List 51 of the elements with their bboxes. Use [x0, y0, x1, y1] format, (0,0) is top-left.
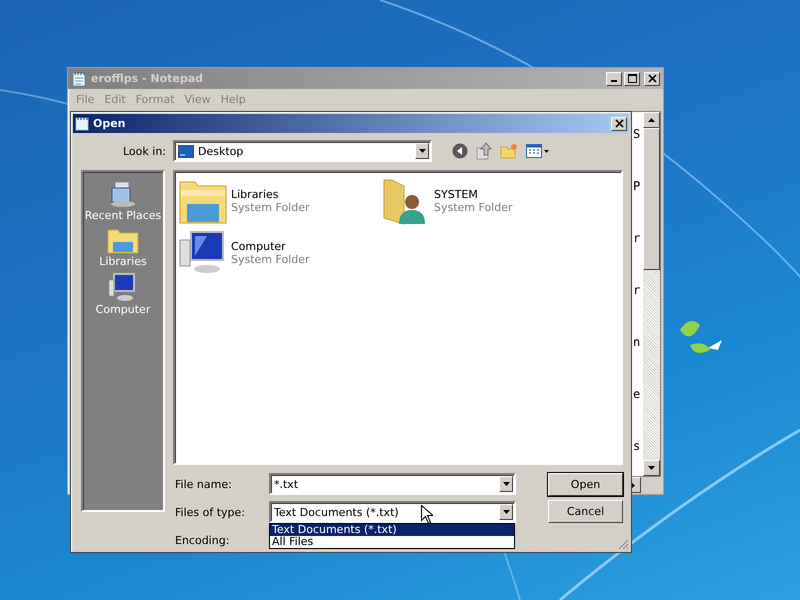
item-name[interactable]: SYSTEM: [434, 188, 513, 201]
scroll-down-button[interactable]: [643, 460, 660, 476]
dropdown-option[interactable]: All Files: [270, 536, 514, 548]
minimize-button[interactable]: [606, 72, 622, 86]
item-type: System Folder: [231, 253, 310, 266]
maximize-button[interactable]: [624, 72, 640, 86]
item-name[interactable]: Libraries: [231, 188, 310, 201]
place-label[interactable]: Libraries: [99, 255, 147, 268]
dialog-title: Open: [93, 117, 127, 130]
text-line: s: [633, 438, 642, 454]
maximize-icon: [628, 74, 636, 83]
place-label[interactable]: Computer: [96, 303, 150, 316]
place-label[interactable]: Recent Places: [84, 209, 162, 222]
close-icon: [648, 74, 656, 83]
computer-icon[interactable]: [179, 230, 227, 274]
encoding-label: Encoding:: [174, 534, 230, 546]
view-menu-icon[interactable]: [526, 144, 550, 158]
text-line: e:: [633, 386, 643, 402]
look-in-dropdown[interactable]: Desktop: [173, 140, 432, 162]
dropdown-option[interactable]: Text Documents (*.txt): [270, 524, 514, 536]
vertical-scrollbar[interactable]: [643, 112, 660, 476]
item-type: System Folder: [434, 201, 513, 214]
text-line: P: [633, 178, 642, 194]
text-line: n: [633, 334, 642, 350]
notepad-icon: [71, 70, 87, 86]
close-icon: [614, 119, 624, 128]
item-name[interactable]: Computer: [231, 240, 310, 253]
close-button[interactable]: [611, 116, 627, 130]
close-button[interactable]: [644, 72, 660, 86]
cancel-button[interactable]: Cancel: [548, 500, 623, 523]
text-area[interactable]: S P r r n e: s: [633, 112, 643, 476]
notepad-icon: [75, 116, 89, 131]
look-in-label: Look in:: [122, 144, 167, 158]
text-line: r: [633, 282, 642, 298]
leaves-and-bird-drawing: [680, 321, 722, 354]
file-name-label: File name:: [174, 478, 233, 490]
up-arrow-icon: [648, 118, 655, 122]
computer-icon[interactable]: [108, 272, 138, 302]
file-type-label: Files of type:: [174, 506, 246, 518]
resize-grip-icon[interactable]: [618, 539, 629, 550]
text-line: S: [633, 126, 642, 142]
down-arrow-icon: [648, 466, 655, 470]
scroll-up-button[interactable]: [643, 112, 660, 128]
open-button[interactable]: Open: [548, 473, 623, 496]
scroll-thumb[interactable]: [643, 128, 660, 270]
window-title: erofflps - Notepad: [91, 72, 204, 85]
item-type: System Folder: [231, 201, 310, 214]
up-folder-icon[interactable]: [476, 142, 492, 160]
text-line: r: [633, 230, 642, 246]
file-name-field[interactable]: *.txt: [269, 473, 516, 495]
monitor-icon: [178, 144, 194, 158]
